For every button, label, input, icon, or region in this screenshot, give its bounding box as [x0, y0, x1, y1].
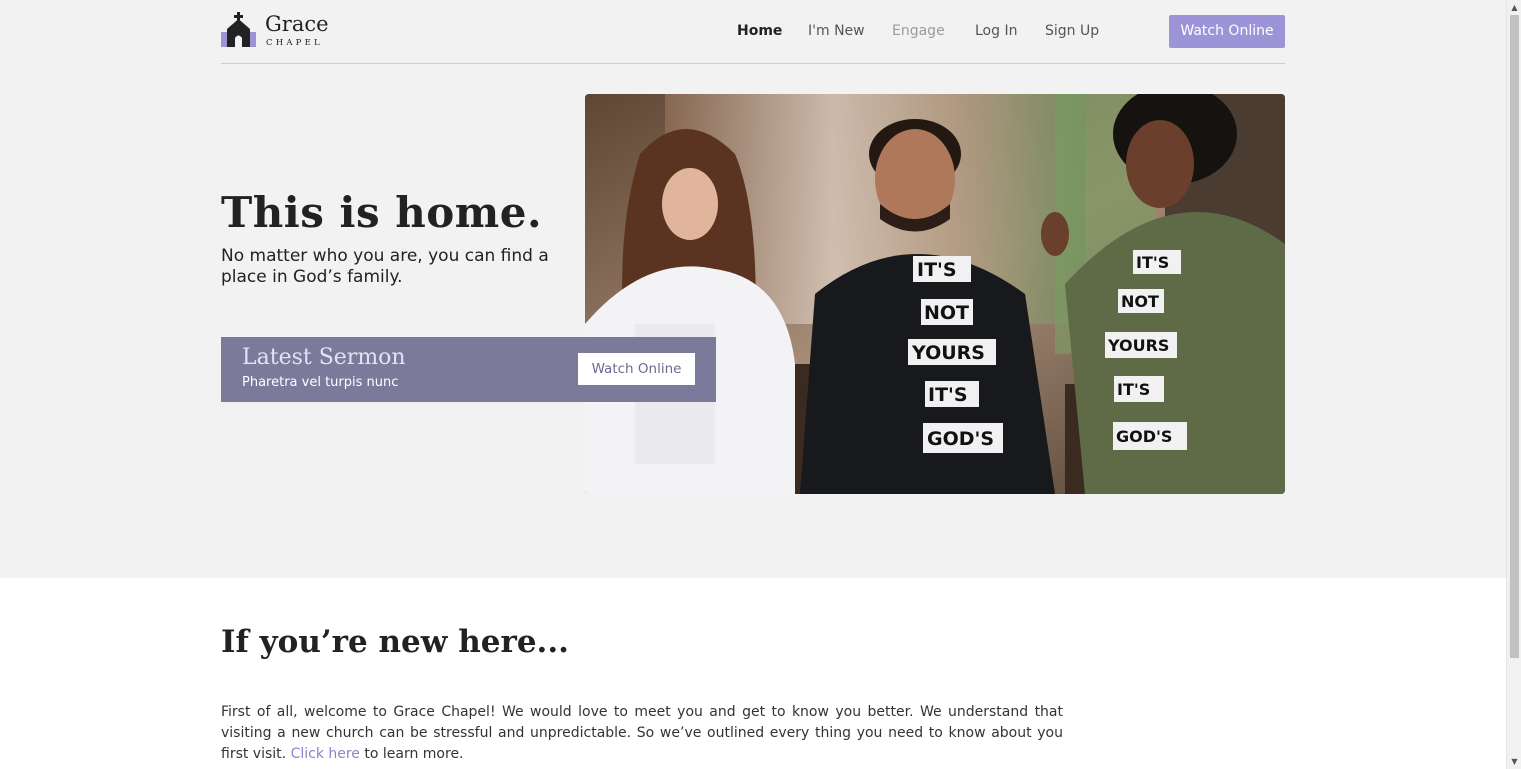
hero-photo-illustration: IT'S NOT YOURS IT'S GOD'S IT'S NOT YOURS… [585, 94, 1285, 494]
nav-sign-up[interactable]: Sign Up [1045, 22, 1099, 40]
nav-home[interactable]: Home [737, 22, 782, 40]
svg-text:IT'S: IT'S [928, 384, 968, 406]
svg-text:YOURS: YOURS [1107, 336, 1169, 355]
svg-text:IT'S: IT'S [917, 259, 957, 281]
page: Grace CHAPEL Home I'm New Engage Log In … [0, 0, 1506, 769]
nav-im-new[interactable]: I'm New [808, 22, 865, 40]
watch-online-button[interactable]: Watch Online [1169, 15, 1285, 48]
svg-text:NOT: NOT [924, 302, 969, 324]
nav-engage[interactable]: Engage [892, 22, 945, 40]
scroll-thumb[interactable] [1510, 15, 1519, 658]
svg-text:IT'S: IT'S [1136, 253, 1169, 272]
nav-log-in[interactable]: Log In [975, 22, 1017, 40]
svg-text:YOURS: YOURS [911, 342, 985, 364]
svg-text:IT'S: IT'S [1117, 380, 1150, 399]
hero-photo: IT'S NOT YOURS IT'S GOD'S IT'S NOT YOURS… [585, 94, 1285, 494]
hero-title: This is home. [221, 188, 543, 237]
latest-sermon-card: Latest Sermon Pharetra vel turpis nunc W… [221, 337, 716, 402]
sermon-subtitle: Pharetra vel turpis nunc [242, 375, 399, 390]
svg-text:GOD'S: GOD'S [927, 428, 994, 450]
click-here-link[interactable]: Click here [291, 746, 360, 762]
new-here-body: First of all, welcome to Grace Chapel! W… [221, 702, 1063, 765]
brand-logo[interactable]: Grace CHAPEL [221, 12, 341, 52]
new-here-link-tail: to learn more. [359, 746, 464, 762]
brand-tagline: CHAPEL [266, 38, 323, 48]
sermon-watch-online-button[interactable]: Watch Online [578, 353, 695, 385]
church-icon [221, 12, 256, 47]
svg-text:GOD'S: GOD'S [1116, 427, 1172, 446]
hero-subtitle: No matter who you are, you can find a pl… [221, 246, 549, 287]
scroll-up-icon[interactable]: ▲ [1510, 3, 1519, 12]
new-here-section: If you’re new here... First of all, welc… [0, 578, 1506, 769]
sermon-title: Latest Sermon [242, 345, 406, 370]
site-header: Grace CHAPEL Home I'm New Engage Log In … [221, 0, 1285, 64]
new-here-title: If you’re new here... [221, 624, 569, 660]
scroll-down-icon[interactable]: ▼ [1510, 757, 1519, 766]
page-scrollbar[interactable]: ▲ ▼ [1506, 0, 1521, 769]
svg-text:NOT: NOT [1121, 292, 1159, 311]
brand-name: Grace [265, 12, 329, 36]
